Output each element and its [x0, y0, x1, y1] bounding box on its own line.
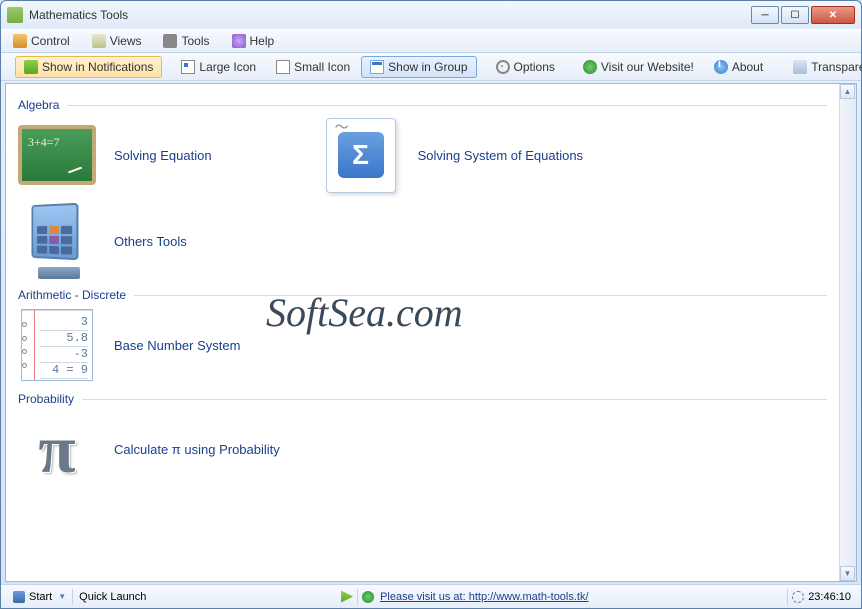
show-in-group-button[interactable]: Show in Group	[361, 56, 476, 78]
views-icon	[92, 34, 106, 48]
menu-tools[interactable]: Tools	[159, 32, 213, 50]
item-label: Base Number System	[114, 338, 240, 353]
clock-time: 23:46:10	[804, 591, 855, 603]
help-icon	[232, 34, 246, 48]
item-base-number-system[interactable]: 3 5.8 -3 4 = 9 Base Number System	[18, 306, 240, 384]
item-others-tools[interactable]: Others Tools	[18, 202, 187, 280]
item-solving-system[interactable]: Σ Solving System of Equations	[322, 116, 583, 194]
tools-icon	[163, 34, 177, 48]
menubar: Control Views Tools Help	[1, 29, 861, 53]
sigma-doc-icon: Σ	[322, 116, 400, 194]
play-icon[interactable]	[341, 591, 353, 603]
small-icon-icon	[276, 60, 290, 74]
scroll-up-button[interactable]: ▲	[840, 84, 855, 99]
window-buttons: ─ ☐ ✕	[749, 6, 855, 24]
control-icon	[13, 34, 27, 48]
start-button[interactable]: Start ▼	[7, 589, 73, 605]
group-header-arithmetic: Arithmetic - Discrete	[18, 288, 827, 302]
menu-control[interactable]: Control	[9, 32, 74, 50]
show-notifications-button[interactable]: Show in Notifications	[15, 56, 162, 78]
titlebar: Mathematics Tools ─ ☐ ✕	[1, 1, 861, 29]
menu-help[interactable]: Help	[228, 32, 279, 50]
app-icon	[7, 7, 23, 23]
maximize-button[interactable]: ☐	[781, 6, 809, 24]
transparency-button[interactable]: Transparency ▼	[784, 56, 862, 78]
quick-launch-label: Quick Launch	[73, 589, 152, 605]
group-header-probability: Probability	[18, 392, 827, 406]
statusbar-separator	[787, 589, 788, 605]
calculator-device-icon	[18, 202, 96, 280]
visit-link[interactable]: Please visit us at: http://www.math-tool…	[374, 591, 594, 603]
large-icon-icon	[181, 60, 195, 74]
group-icon	[370, 60, 384, 74]
toolbar: Show in Notifications Large Icon Small I…	[1, 53, 861, 81]
item-calculate-pi[interactable]: π Calculate π using Probability	[18, 410, 280, 488]
start-icon	[13, 591, 25, 603]
small-icon-button[interactable]: Small Icon	[267, 56, 359, 78]
options-button[interactable]: Options	[487, 56, 564, 78]
about-icon	[714, 60, 728, 74]
chevron-down-icon: ▼	[58, 592, 66, 601]
item-row: 3 5.8 -3 4 = 9 Base Number System	[18, 306, 827, 384]
item-solving-equation[interactable]: 3+4=7 Solving Equation	[18, 116, 212, 194]
about-button[interactable]: About	[705, 56, 772, 78]
statusbar-separator	[357, 589, 358, 605]
clock-icon	[792, 591, 804, 603]
app-window: Mathematics Tools ─ ☐ ✕ Control Views To…	[0, 0, 862, 609]
item-label: Solving Equation	[114, 148, 212, 163]
window-title: Mathematics Tools	[29, 8, 749, 22]
large-icon-button[interactable]: Large Icon	[172, 56, 265, 78]
options-icon	[496, 60, 510, 74]
minimize-button[interactable]: ─	[751, 6, 779, 24]
chalkboard-icon: 3+4=7	[18, 116, 96, 194]
transparency-icon	[793, 60, 807, 74]
scroll-down-button[interactable]: ▼	[840, 566, 855, 581]
content: Algebra 3+4=7 Solving Equation Σ Solving…	[6, 84, 839, 581]
item-label: Solving System of Equations	[418, 148, 583, 163]
item-label: Calculate π using Probability	[114, 442, 280, 457]
item-row: π Calculate π using Probability	[18, 410, 827, 488]
notifications-icon	[24, 60, 38, 74]
statusbar: Start ▼ Quick Launch Please visit us at:…	[1, 584, 861, 608]
item-row: Others Tools	[18, 202, 827, 280]
vertical-scrollbar[interactable]: ▲ ▼	[839, 84, 856, 581]
group-header-algebra: Algebra	[18, 98, 827, 112]
menu-views[interactable]: Views	[88, 32, 146, 50]
globe-icon	[362, 591, 374, 603]
globe-icon	[583, 60, 597, 74]
visit-website-button[interactable]: Visit our Website!	[574, 56, 703, 78]
pi-icon: π	[18, 410, 96, 488]
item-row: 3+4=7 Solving Equation Σ Solving System …	[18, 116, 827, 194]
notebook-icon: 3 5.8 -3 4 = 9	[18, 306, 96, 384]
content-area: Algebra 3+4=7 Solving Equation Σ Solving…	[5, 83, 857, 582]
close-button[interactable]: ✕	[811, 6, 855, 24]
item-label: Others Tools	[114, 234, 187, 249]
